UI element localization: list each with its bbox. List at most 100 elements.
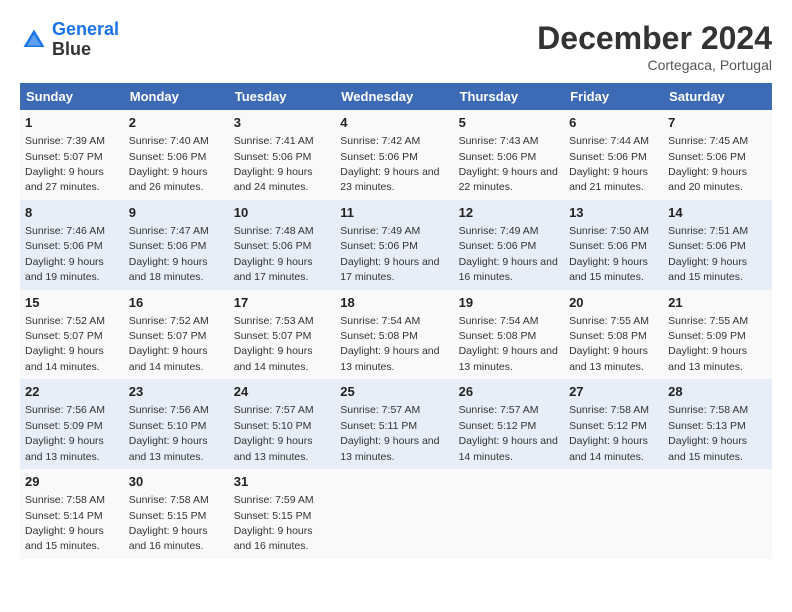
day-info: Sunrise: 7:46 AMSunset: 5:06 PMDaylight:… — [25, 225, 105, 283]
day-info: Sunrise: 7:58 AMSunset: 5:14 PMDaylight:… — [25, 494, 105, 552]
week-row-2: 8 Sunrise: 7:46 AMSunset: 5:06 PMDayligh… — [20, 200, 772, 290]
day-cell: 15 Sunrise: 7:52 AMSunset: 5:07 PMDaylig… — [20, 290, 124, 380]
day-info: Sunrise: 7:58 AMSunset: 5:12 PMDaylight:… — [569, 404, 649, 462]
title-block: December 2024 Cortegaca, Portugal — [537, 20, 772, 73]
day-cell — [564, 469, 663, 559]
day-cell: 9 Sunrise: 7:47 AMSunset: 5:06 PMDayligh… — [124, 200, 229, 290]
day-cell: 11 Sunrise: 7:49 AMSunset: 5:06 PMDaylig… — [335, 200, 453, 290]
day-info: Sunrise: 7:49 AMSunset: 5:06 PMDaylight:… — [459, 225, 558, 283]
day-number: 22 — [25, 383, 119, 401]
day-number: 11 — [340, 204, 448, 222]
day-info: Sunrise: 7:39 AMSunset: 5:07 PMDaylight:… — [25, 135, 105, 193]
day-cell: 17 Sunrise: 7:53 AMSunset: 5:07 PMDaylig… — [229, 290, 336, 380]
day-cell: 4 Sunrise: 7:42 AMSunset: 5:06 PMDayligh… — [335, 110, 453, 200]
day-number: 23 — [129, 383, 224, 401]
week-row-1: 1 Sunrise: 7:39 AMSunset: 5:07 PMDayligh… — [20, 110, 772, 200]
day-number: 17 — [234, 294, 331, 312]
day-cell: 16 Sunrise: 7:52 AMSunset: 5:07 PMDaylig… — [124, 290, 229, 380]
day-cell: 6 Sunrise: 7:44 AMSunset: 5:06 PMDayligh… — [564, 110, 663, 200]
day-cell: 18 Sunrise: 7:54 AMSunset: 5:08 PMDaylig… — [335, 290, 453, 380]
day-info: Sunrise: 7:54 AMSunset: 5:08 PMDaylight:… — [340, 315, 439, 373]
day-cell: 10 Sunrise: 7:48 AMSunset: 5:06 PMDaylig… — [229, 200, 336, 290]
day-cell: 30 Sunrise: 7:58 AMSunset: 5:15 PMDaylig… — [124, 469, 229, 559]
logo-text: GeneralBlue — [52, 20, 119, 60]
day-number: 1 — [25, 114, 119, 132]
day-info: Sunrise: 7:55 AMSunset: 5:09 PMDaylight:… — [668, 315, 748, 373]
week-row-5: 29 Sunrise: 7:58 AMSunset: 5:14 PMDaylig… — [20, 469, 772, 559]
day-number: 13 — [569, 204, 658, 222]
day-cell: 14 Sunrise: 7:51 AMSunset: 5:06 PMDaylig… — [663, 200, 772, 290]
day-number: 14 — [668, 204, 767, 222]
day-cell — [663, 469, 772, 559]
day-cell: 3 Sunrise: 7:41 AMSunset: 5:06 PMDayligh… — [229, 110, 336, 200]
day-info: Sunrise: 7:58 AMSunset: 5:13 PMDaylight:… — [668, 404, 748, 462]
logo: GeneralBlue — [20, 20, 119, 60]
day-number: 27 — [569, 383, 658, 401]
day-number: 30 — [129, 473, 224, 491]
day-number: 9 — [129, 204, 224, 222]
day-cell — [454, 469, 564, 559]
day-info: Sunrise: 7:58 AMSunset: 5:15 PMDaylight:… — [129, 494, 209, 552]
day-number: 16 — [129, 294, 224, 312]
day-number: 19 — [459, 294, 559, 312]
day-info: Sunrise: 7:56 AMSunset: 5:09 PMDaylight:… — [25, 404, 105, 462]
day-info: Sunrise: 7:56 AMSunset: 5:10 PMDaylight:… — [129, 404, 209, 462]
day-number: 4 — [340, 114, 448, 132]
day-cell: 31 Sunrise: 7:59 AMSunset: 5:15 PMDaylig… — [229, 469, 336, 559]
calendar-table: SundayMondayTuesdayWednesdayThursdayFrid… — [20, 83, 772, 559]
day-cell: 1 Sunrise: 7:39 AMSunset: 5:07 PMDayligh… — [20, 110, 124, 200]
day-info: Sunrise: 7:45 AMSunset: 5:06 PMDaylight:… — [668, 135, 748, 193]
day-cell: 13 Sunrise: 7:50 AMSunset: 5:06 PMDaylig… — [564, 200, 663, 290]
logo-icon — [20, 26, 48, 54]
day-info: Sunrise: 7:50 AMSunset: 5:06 PMDaylight:… — [569, 225, 649, 283]
month-title: December 2024 — [537, 20, 772, 57]
day-info: Sunrise: 7:40 AMSunset: 5:06 PMDaylight:… — [129, 135, 209, 193]
day-number: 25 — [340, 383, 448, 401]
day-number: 12 — [459, 204, 559, 222]
day-cell: 28 Sunrise: 7:58 AMSunset: 5:13 PMDaylig… — [663, 379, 772, 469]
day-number: 10 — [234, 204, 331, 222]
day-cell: 5 Sunrise: 7:43 AMSunset: 5:06 PMDayligh… — [454, 110, 564, 200]
day-number: 7 — [668, 114, 767, 132]
location: Cortegaca, Portugal — [537, 57, 772, 73]
day-number: 3 — [234, 114, 331, 132]
day-info: Sunrise: 7:55 AMSunset: 5:08 PMDaylight:… — [569, 315, 649, 373]
week-row-4: 22 Sunrise: 7:56 AMSunset: 5:09 PMDaylig… — [20, 379, 772, 469]
day-number: 21 — [668, 294, 767, 312]
weekday-header-tuesday: Tuesday — [229, 83, 336, 110]
day-info: Sunrise: 7:57 AMSunset: 5:10 PMDaylight:… — [234, 404, 314, 462]
day-cell: 29 Sunrise: 7:58 AMSunset: 5:14 PMDaylig… — [20, 469, 124, 559]
day-info: Sunrise: 7:44 AMSunset: 5:06 PMDaylight:… — [569, 135, 649, 193]
day-info: Sunrise: 7:59 AMSunset: 5:15 PMDaylight:… — [234, 494, 314, 552]
day-cell: 2 Sunrise: 7:40 AMSunset: 5:06 PMDayligh… — [124, 110, 229, 200]
day-info: Sunrise: 7:49 AMSunset: 5:06 PMDaylight:… — [340, 225, 439, 283]
day-cell: 19 Sunrise: 7:54 AMSunset: 5:08 PMDaylig… — [454, 290, 564, 380]
day-number: 8 — [25, 204, 119, 222]
weekday-header-saturday: Saturday — [663, 83, 772, 110]
weekday-header-wednesday: Wednesday — [335, 83, 453, 110]
day-info: Sunrise: 7:43 AMSunset: 5:06 PMDaylight:… — [459, 135, 558, 193]
day-number: 6 — [569, 114, 658, 132]
day-number: 28 — [668, 383, 767, 401]
day-cell: 27 Sunrise: 7:58 AMSunset: 5:12 PMDaylig… — [564, 379, 663, 469]
week-row-3: 15 Sunrise: 7:52 AMSunset: 5:07 PMDaylig… — [20, 290, 772, 380]
day-info: Sunrise: 7:52 AMSunset: 5:07 PMDaylight:… — [129, 315, 209, 373]
day-cell: 24 Sunrise: 7:57 AMSunset: 5:10 PMDaylig… — [229, 379, 336, 469]
day-cell: 20 Sunrise: 7:55 AMSunset: 5:08 PMDaylig… — [564, 290, 663, 380]
day-info: Sunrise: 7:51 AMSunset: 5:06 PMDaylight:… — [668, 225, 748, 283]
day-cell: 8 Sunrise: 7:46 AMSunset: 5:06 PMDayligh… — [20, 200, 124, 290]
weekday-header-monday: Monday — [124, 83, 229, 110]
day-info: Sunrise: 7:54 AMSunset: 5:08 PMDaylight:… — [459, 315, 558, 373]
day-cell — [335, 469, 453, 559]
day-cell: 22 Sunrise: 7:56 AMSunset: 5:09 PMDaylig… — [20, 379, 124, 469]
weekday-header-row: SundayMondayTuesdayWednesdayThursdayFrid… — [20, 83, 772, 110]
day-info: Sunrise: 7:48 AMSunset: 5:06 PMDaylight:… — [234, 225, 314, 283]
day-number: 26 — [459, 383, 559, 401]
day-number: 29 — [25, 473, 119, 491]
day-info: Sunrise: 7:41 AMSunset: 5:06 PMDaylight:… — [234, 135, 314, 193]
weekday-header-sunday: Sunday — [20, 83, 124, 110]
day-cell: 12 Sunrise: 7:49 AMSunset: 5:06 PMDaylig… — [454, 200, 564, 290]
day-cell: 23 Sunrise: 7:56 AMSunset: 5:10 PMDaylig… — [124, 379, 229, 469]
day-number: 18 — [340, 294, 448, 312]
day-cell: 7 Sunrise: 7:45 AMSunset: 5:06 PMDayligh… — [663, 110, 772, 200]
